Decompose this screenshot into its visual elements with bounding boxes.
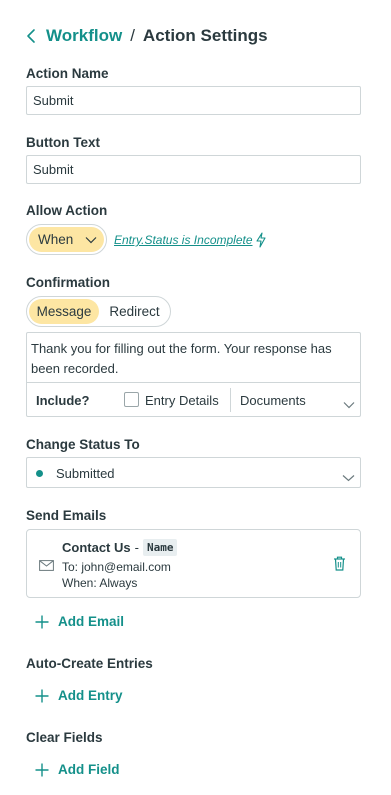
allow-action-label: Allow Action	[26, 203, 108, 218]
entry-details-checkbox[interactable]	[124, 392, 139, 407]
allow-action-mode-label: When	[38, 232, 74, 247]
allow-action-mode-select[interactable]: When	[26, 224, 107, 255]
chevron-down-icon[interactable]	[343, 396, 355, 414]
confirmation-message-box: Thank you for filling out the form. Your…	[26, 332, 361, 417]
chevron-down-icon	[342, 469, 355, 487]
mail-icon	[39, 558, 54, 576]
chevron-left-icon[interactable]	[26, 26, 40, 46]
allow-action-mode-value[interactable]: When	[29, 227, 104, 252]
page-title: Action Settings	[142, 26, 268, 45]
plus-icon	[35, 689, 49, 703]
add-entry-label: Add Entry	[58, 688, 123, 703]
button-text-input[interactable]	[26, 155, 361, 184]
confirmation-label: Confirmation	[26, 275, 110, 290]
breadcrumb: Workflow / Action Settings	[26, 24, 268, 48]
confirmation-type-toggle: Message Redirect	[26, 296, 171, 327]
email-name: Contact Us	[62, 540, 131, 555]
email-separator: -	[134, 540, 139, 555]
plus-icon	[35, 615, 49, 629]
status-dot-icon	[36, 470, 43, 477]
auto-create-label: Auto-Create Entries	[26, 656, 153, 671]
add-email-label: Add Email	[58, 614, 125, 629]
email-title: Contact Us - Name	[62, 539, 178, 556]
email-card[interactable]: Contact Us - Name To: john@email.com Whe…	[26, 529, 361, 598]
confirmation-include-row: Include? Entry Details Documents	[27, 382, 360, 416]
chevron-down-icon	[85, 236, 97, 244]
divider	[230, 388, 231, 412]
breadcrumb-separator: /	[130, 26, 135, 45]
status-value: Submitted	[56, 466, 115, 481]
plus-icon	[35, 763, 49, 777]
clear-fields-label: Clear Fields	[26, 730, 103, 745]
confirmation-message-textarea[interactable]: Thank you for filling out the form. Your…	[31, 339, 357, 379]
breadcrumb-workflow-link[interactable]: Workflow	[46, 26, 122, 46]
add-entry-button[interactable]: Add Entry	[35, 688, 123, 703]
action-name-label: Action Name	[26, 66, 109, 81]
send-emails-label: Send Emails	[26, 508, 107, 523]
add-field-button[interactable]: Add Field	[35, 762, 120, 777]
entry-details-label[interactable]: Entry Details	[145, 393, 219, 408]
trash-icon[interactable]	[333, 556, 346, 576]
email-field-tag: Name	[142, 539, 178, 556]
button-text-label: Button Text	[26, 135, 100, 150]
change-status-label: Change Status To	[26, 437, 140, 452]
add-field-label: Add Field	[58, 762, 120, 777]
lightning-icon[interactable]	[255, 232, 267, 253]
tab-redirect[interactable]: Redirect	[101, 299, 168, 324]
status-select[interactable]: Submitted	[26, 457, 361, 488]
documents-select[interactable]: Documents	[240, 393, 306, 408]
email-trigger: When: Always	[62, 576, 138, 590]
email-recipient: To: john@email.com	[62, 560, 171, 574]
add-email-button[interactable]: Add Email	[35, 614, 124, 629]
include-label: Include?	[36, 393, 90, 408]
allow-action-condition-link[interactable]: Entry.Status is Incomplete	[114, 233, 253, 247]
tab-message[interactable]: Message	[29, 299, 99, 324]
action-name-input[interactable]	[26, 86, 361, 115]
